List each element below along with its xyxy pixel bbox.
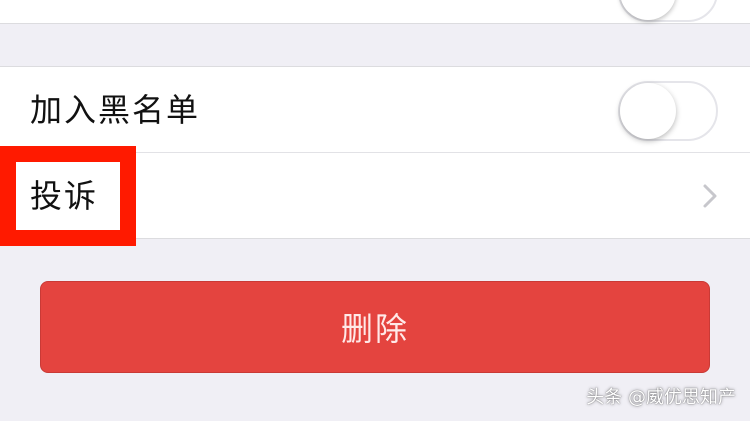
settings-row-partial[interactable]	[0, 0, 750, 24]
blacklist-toggle[interactable]	[618, 81, 718, 141]
watermark: 头条 @威优思知产	[586, 387, 736, 408]
blacklist-label: 加入黑名单	[30, 91, 201, 129]
toggle-switch[interactable]	[618, 0, 718, 22]
toggle-knob	[620, 0, 676, 20]
settings-page: 加入黑名单 投诉 删除 头条 @威优思知产	[0, 0, 750, 421]
settings-group: 加入黑名单 投诉	[0, 66, 750, 239]
report-row[interactable]: 投诉	[0, 153, 750, 239]
report-label: 投诉	[30, 177, 99, 215]
blacklist-row[interactable]: 加入黑名单	[0, 67, 750, 153]
toggle-knob	[620, 83, 676, 139]
chevron-right-icon	[703, 184, 717, 208]
delete-button[interactable]: 删除	[40, 281, 710, 373]
